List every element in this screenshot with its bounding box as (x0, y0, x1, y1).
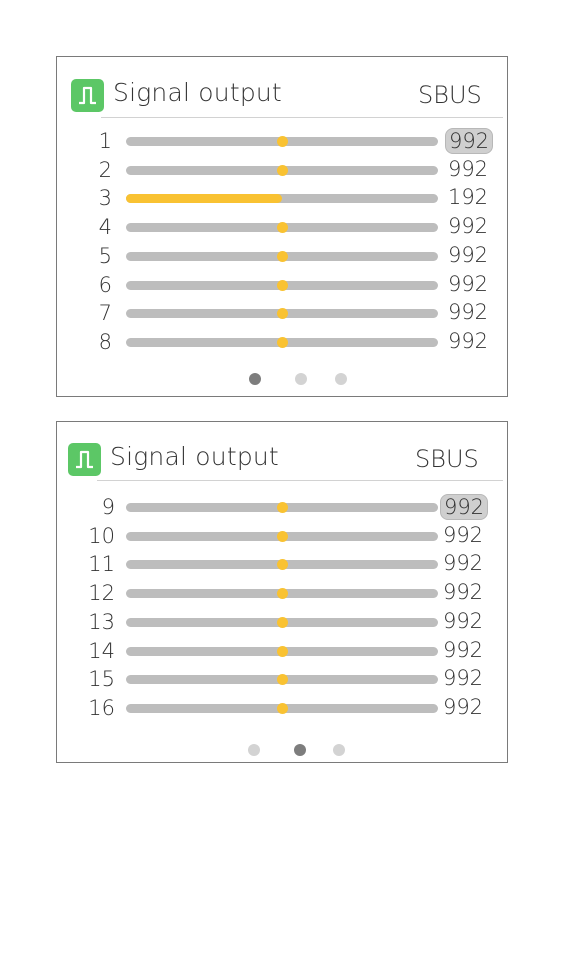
channel-bar (126, 194, 438, 204)
channel-bar (126, 645, 438, 657)
page-indicator-dot[interactable] (333, 744, 345, 756)
channel-bar (126, 616, 438, 628)
channel-center-marker (277, 279, 288, 291)
channel-bar-fill (126, 194, 282, 204)
channel-label: 4 (98, 215, 112, 240)
channel-center-marker (277, 588, 288, 600)
channel-value[interactable]: 992 (440, 551, 486, 575)
signal-output-panel-2: Signal output SBUS 9 992 10 992 11 992 12 992 13 99… (56, 421, 508, 763)
header-divider (101, 117, 503, 118)
channel-bar (126, 250, 438, 262)
header-divider (97, 480, 503, 481)
channel-bar (126, 308, 438, 320)
channel-center-marker (277, 674, 288, 686)
signal-icon (71, 79, 104, 112)
channel-value[interactable]: 992 (445, 300, 491, 324)
signal-output-panel-1: Signal output SBUS 1 992 2 992 3 192 4 992 5 992 6 99… (56, 56, 508, 397)
channel-label: 1 (98, 129, 112, 153)
channel-label: 10 (88, 523, 115, 548)
channel-label: 5 (98, 243, 112, 268)
channel-bar (126, 559, 438, 571)
channel-bar (126, 702, 438, 714)
page-indicator-dot[interactable] (249, 373, 261, 385)
channel-label: 2 (98, 157, 112, 182)
channel-label: 9 (101, 495, 115, 519)
channel-center-marker (277, 136, 288, 147)
channel-center-marker (277, 559, 288, 571)
channel-value[interactable]: 992 (445, 157, 491, 181)
channel-label: 6 (98, 272, 112, 297)
channel-value[interactable]: 992 (440, 609, 486, 633)
channel-value[interactable]: 992 (440, 695, 486, 719)
channel-label: 13 (88, 609, 115, 634)
channel-bar (126, 279, 438, 291)
channel-value[interactable]: 992 (445, 214, 491, 238)
channel-bar (126, 336, 438, 348)
signal-icon (68, 443, 101, 476)
channel-bar (126, 502, 438, 513)
channel-label: 15 (88, 667, 115, 692)
channel-center-marker (277, 164, 288, 176)
channel-center-marker (277, 502, 288, 513)
channel-bar (126, 164, 438, 176)
channel-bar (126, 222, 438, 234)
page-indicator-dot[interactable] (295, 373, 307, 385)
page-indicator-dot[interactable] (335, 373, 347, 385)
channel-center-marker (277, 222, 288, 234)
channel-value[interactable]: 992 (445, 329, 491, 353)
channel-value[interactable]: 992 (445, 243, 491, 267)
channel-value[interactable]: 992 (440, 666, 486, 690)
panel-title: Signal output (110, 442, 279, 471)
channel-center-marker (277, 645, 288, 657)
channel-label: 11 (88, 552, 115, 577)
channel-value[interactable]: 992 (440, 523, 486, 547)
channel-label: 16 (88, 695, 115, 720)
page-indicator-dot[interactable] (248, 744, 260, 756)
channel-center-marker (277, 250, 288, 262)
page-indicator-dot[interactable] (294, 744, 306, 756)
channel-bar (126, 136, 438, 147)
channel-bar (126, 588, 438, 600)
channel-center-marker (277, 616, 288, 628)
channel-label: 14 (88, 638, 115, 663)
protocol-label: SBUS (415, 445, 479, 473)
protocol-label: SBUS (418, 81, 482, 109)
channel-bar (126, 674, 438, 686)
channel-value[interactable]: 992 (440, 638, 486, 662)
channel-value[interactable]: 992 (440, 580, 486, 604)
channel-value[interactable]: 992 (440, 494, 488, 520)
channel-value[interactable]: 992 (445, 272, 491, 296)
channel-center-marker (277, 530, 288, 542)
panel-title: Signal output (113, 78, 282, 107)
channel-label: 8 (98, 329, 112, 354)
channel-value[interactable]: 192 (445, 185, 491, 209)
channel-center-marker (277, 308, 288, 320)
channel-center-marker (277, 336, 288, 348)
channel-value[interactable]: 992 (445, 128, 493, 154)
channel-bar (126, 530, 438, 542)
channel-center-marker (277, 702, 288, 714)
channel-label: 12 (88, 581, 115, 606)
channel-label: 7 (98, 301, 112, 326)
channel-label: 3 (98, 186, 112, 211)
